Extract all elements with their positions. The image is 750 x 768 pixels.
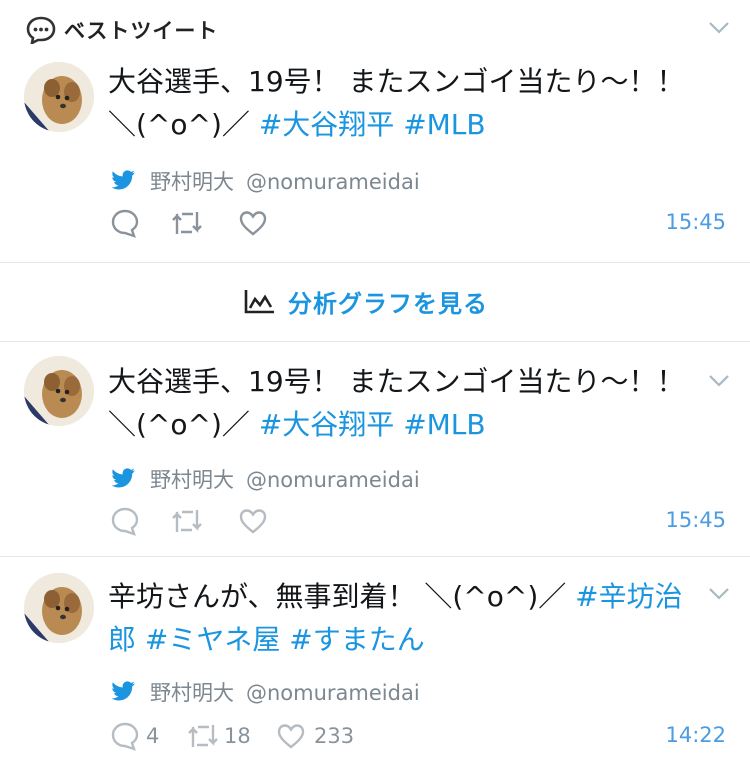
author-name: 野村明大 bbox=[150, 468, 234, 492]
reply-icon bbox=[111, 209, 139, 238]
retweet-button[interactable] bbox=[170, 208, 210, 242]
like-button[interactable]: 233 bbox=[276, 721, 366, 755]
reply-count: 4 bbox=[146, 724, 160, 748]
heart-icon bbox=[239, 509, 267, 534]
like-button[interactable] bbox=[238, 208, 278, 242]
header-title: ベストツイート bbox=[64, 19, 219, 43]
chevron-down-icon[interactable] bbox=[708, 21, 730, 35]
hashtag-link[interactable]: #大谷翔平 bbox=[259, 108, 394, 141]
best-tweet-header: ベストツイート bbox=[0, 0, 750, 50]
heart-icon bbox=[277, 724, 305, 749]
like-button[interactable] bbox=[238, 506, 278, 540]
reply-button[interactable]: 4 bbox=[110, 721, 170, 755]
tweet-time[interactable]: 15:45 bbox=[665, 210, 726, 234]
hashtag-link[interactable]: #MLB bbox=[403, 108, 485, 141]
tweet-card[interactable]: 大谷選手、19号！ またスンゴイ当たり〜！！ ＼(^o^)／ #大谷翔平 #ML… bbox=[0, 50, 750, 262]
tweet-actions: 15:45 bbox=[0, 506, 750, 540]
analytics-graph-icon bbox=[244, 290, 274, 314]
author-name: 野村明大 bbox=[150, 681, 234, 705]
chat-bubble-icon bbox=[26, 16, 56, 44]
twitter-bird-icon bbox=[112, 681, 135, 701]
tweet-text: 大谷選手、19号！ またスンゴイ当たり〜！！ ＼(^o^)／ #大谷翔平 #ML… bbox=[108, 365, 685, 441]
retweet-icon bbox=[172, 510, 202, 532]
reply-button[interactable] bbox=[110, 506, 150, 540]
avatar[interactable] bbox=[24, 62, 94, 132]
author-handle: @nomurameidai bbox=[246, 681, 420, 705]
author-handle: @nomurameidai bbox=[246, 170, 420, 194]
twitter-bird-icon bbox=[112, 170, 135, 190]
view-analytics-button[interactable]: 分析グラフを見る bbox=[0, 262, 750, 340]
retweet-button[interactable]: 18 bbox=[186, 721, 266, 755]
author-name: 野村明大 bbox=[150, 170, 234, 194]
retweet-button[interactable] bbox=[170, 506, 210, 540]
dog-avatar-icon bbox=[24, 62, 94, 132]
avatar[interactable] bbox=[24, 573, 94, 643]
heart-icon bbox=[239, 211, 267, 236]
tweet-time[interactable]: 15:45 bbox=[665, 508, 726, 532]
retweet-count: 18 bbox=[224, 724, 251, 748]
tweet-card[interactable]: 辛坊さんが、無事到着！ ＼(^o^)／ #辛坊治郎 #ミヤネ屋 #すまたん 野村… bbox=[0, 557, 750, 768]
hashtag-link[interactable]: #大谷翔平 bbox=[259, 408, 394, 441]
retweet-icon bbox=[172, 212, 202, 234]
tweet-actions: 15:45 bbox=[0, 208, 750, 242]
reply-icon bbox=[111, 722, 139, 751]
like-count: 233 bbox=[314, 724, 355, 748]
hashtag-link[interactable]: #すまたん bbox=[289, 623, 424, 656]
reply-icon bbox=[111, 507, 139, 536]
dog-avatar-icon bbox=[24, 573, 94, 643]
tweet-time[interactable]: 14:22 bbox=[665, 723, 726, 747]
reply-button[interactable] bbox=[110, 208, 150, 242]
tweet-actions: 4 18 233 14:22 bbox=[0, 721, 750, 755]
hashtag-link[interactable]: #ミヤネ屋 bbox=[145, 623, 280, 656]
tweet-text: 辛坊さんが、無事到着！ ＼(^o^)／ #辛坊治郎 #ミヤネ屋 #すまたん bbox=[108, 580, 683, 656]
chevron-down-icon[interactable] bbox=[708, 374, 730, 388]
chevron-down-icon[interactable] bbox=[708, 587, 730, 601]
analytics-label: 分析グラフを見る bbox=[288, 290, 488, 318]
author-handle: @nomurameidai bbox=[246, 468, 420, 492]
tweet-card[interactable]: 大谷選手、19号！ またスンゴイ当たり〜！！ ＼(^o^)／ #大谷翔平 #ML… bbox=[0, 342, 750, 556]
hashtag-link[interactable]: #MLB bbox=[403, 408, 485, 441]
tweet-text: 大谷選手、19号！ またスンゴイ当たり〜！！ ＼(^o^)／ #大谷翔平 #ML… bbox=[108, 65, 685, 141]
avatar[interactable] bbox=[24, 356, 94, 426]
retweet-icon bbox=[188, 725, 218, 747]
dog-avatar-icon bbox=[24, 356, 94, 426]
twitter-bird-icon bbox=[112, 468, 135, 488]
